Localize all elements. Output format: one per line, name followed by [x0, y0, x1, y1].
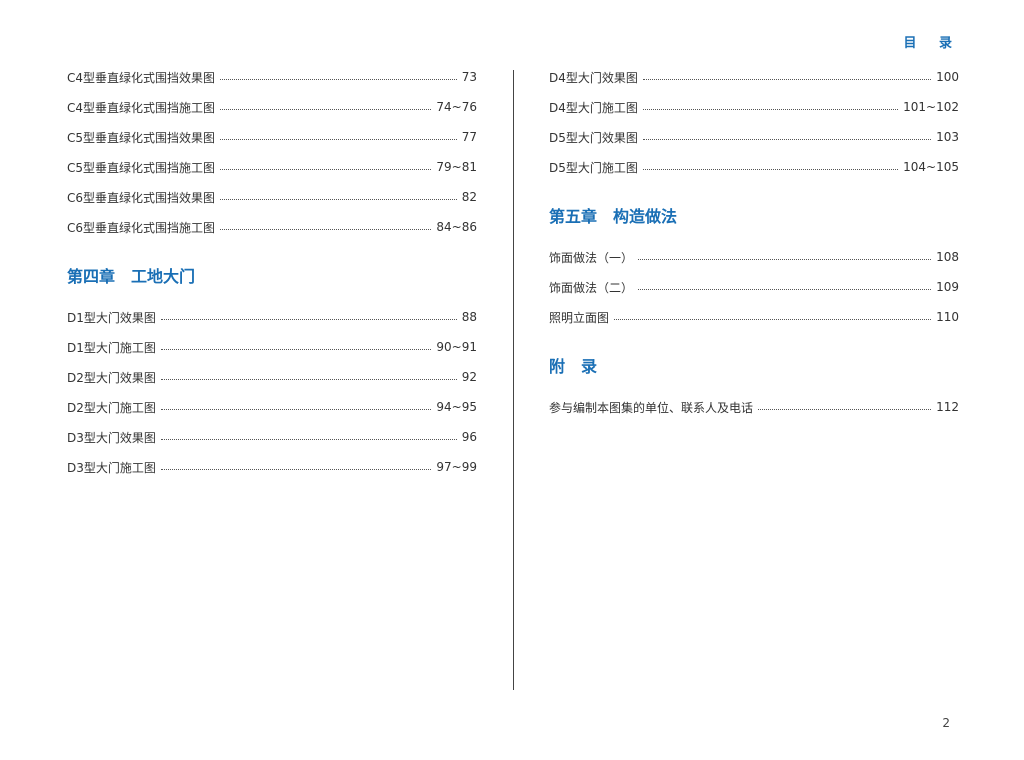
toc-group-construction: 饰面做法（一） 108 饰面做法（二） 109 照明立面图 110	[549, 242, 959, 332]
toc-entry-page: 101~102	[903, 100, 959, 114]
toc-leader-dots	[160, 438, 457, 440]
toc-entry-label: C5型垂直绿化式围挡效果图	[67, 130, 216, 145]
toc-entry-label: D2型大门施工图	[67, 400, 156, 415]
toc-entry[interactable]: D3型大门效果图 96	[67, 422, 477, 452]
toc-entry-page: 92	[461, 370, 477, 384]
toc-entry-label: D4型大门施工图	[549, 100, 638, 115]
toc-entry-page: 90~91	[436, 340, 477, 354]
toc-entry-label: D1型大门施工图	[67, 340, 156, 355]
toc-leader-dots	[220, 78, 457, 80]
toc-entry[interactable]: D4型大门效果图 100	[549, 62, 959, 92]
toc-entry-page: 109	[936, 280, 959, 294]
toc-leader-dots	[642, 168, 899, 170]
toc-entry-page: 82	[461, 190, 477, 204]
toc-entry[interactable]: C4型垂直绿化式围挡效果图 73	[67, 62, 477, 92]
toc-leader-dots	[220, 198, 457, 200]
toc-leader-dots	[758, 408, 932, 410]
toc-entry-page: 108	[936, 250, 959, 264]
toc-leader-dots	[220, 228, 432, 230]
toc-entry-page: 110	[936, 310, 959, 324]
page-number: 2	[942, 716, 950, 730]
toc-entry-page: 74~76	[436, 100, 477, 114]
toc-entry-page: 84~86	[436, 220, 477, 234]
toc-entry[interactable]: D4型大门施工图 101~102	[549, 92, 959, 122]
toc-entry[interactable]: D2型大门效果图 92	[67, 362, 477, 392]
toc-entry-label: D4型大门效果图	[549, 70, 638, 85]
toc-leader-dots	[160, 378, 457, 380]
toc-entry[interactable]: C6型垂直绿化式围挡施工图 84~86	[67, 212, 477, 242]
toc-entry-label: D3型大门效果图	[67, 430, 156, 445]
toc-entry[interactable]: D5型大门效果图 103	[549, 122, 959, 152]
toc-leader-dots	[642, 138, 932, 140]
toc-leader-dots	[638, 258, 932, 260]
toc-entry-label: D5型大门施工图	[549, 160, 638, 175]
toc-right-column: D4型大门效果图 100 D4型大门施工图 101~102 D5型大门效果图 1…	[549, 62, 959, 422]
toc-leader-dots	[160, 408, 432, 410]
toc-entry-page: 96	[461, 430, 477, 444]
toc-entry[interactable]: D3型大门施工图 97~99	[67, 452, 477, 482]
toc-entry[interactable]: C4型垂直绿化式围挡施工图 74~76	[67, 92, 477, 122]
toc-entry[interactable]: C5型垂直绿化式围挡效果图 77	[67, 122, 477, 152]
appendix-heading[interactable]: 附 录	[549, 332, 959, 392]
toc-entry-page: 104~105	[903, 160, 959, 174]
toc-entry-page: 77	[461, 130, 477, 144]
toc-entry-label: D2型大门效果图	[67, 370, 156, 385]
toc-entry[interactable]: 饰面做法（二） 109	[549, 272, 959, 302]
toc-entry-label: 参与编制本图集的单位、联系人及电话	[549, 400, 754, 415]
toc-entry[interactable]: C5型垂直绿化式围挡施工图 79~81	[67, 152, 477, 182]
toc-leader-dots	[160, 468, 432, 470]
toc-entry-page: 79~81	[436, 160, 477, 174]
toc-entry-page: 73	[461, 70, 477, 84]
toc-entry-label: 饰面做法（二）	[549, 280, 634, 295]
toc-entry[interactable]: 照明立面图 110	[549, 302, 959, 332]
toc-leader-dots	[642, 78, 932, 80]
toc-group-appendix: 参与编制本图集的单位、联系人及电话 112	[549, 392, 959, 422]
column-divider	[513, 70, 514, 690]
toc-entry-label: C4型垂直绿化式围挡效果图	[67, 70, 216, 85]
toc-entry[interactable]: C6型垂直绿化式围挡效果图 82	[67, 182, 477, 212]
toc-leader-dots	[220, 168, 432, 170]
toc-leader-dots	[638, 288, 932, 290]
toc-entry-label: C6型垂直绿化式围挡施工图	[67, 220, 216, 235]
toc-entry-label: D1型大门效果图	[67, 310, 156, 325]
toc-entry[interactable]: 饰面做法（一） 108	[549, 242, 959, 272]
toc-entry-page: 97~99	[436, 460, 477, 474]
toc-leader-dots	[160, 318, 457, 320]
toc-leader-dots	[220, 108, 432, 110]
toc-entry-page: 94~95	[436, 400, 477, 414]
page-header-title: 目 录	[903, 36, 961, 51]
toc-leader-dots	[642, 108, 899, 110]
toc-group-d-series: D1型大门效果图 88 D1型大门施工图 90~91 D2型大门效果图 92 D…	[67, 302, 477, 482]
toc-entry-label: D3型大门施工图	[67, 460, 156, 475]
toc-leader-dots	[220, 138, 457, 140]
toc-entry-label: C4型垂直绿化式围挡施工图	[67, 100, 216, 115]
toc-entry-page: 88	[461, 310, 477, 324]
toc-entry-label: D5型大门效果图	[549, 130, 638, 145]
chapter-heading-4[interactable]: 第四章 工地大门	[67, 242, 477, 302]
toc-leader-dots	[160, 348, 432, 350]
toc-entry-label: 饰面做法（一）	[549, 250, 634, 265]
toc-entry[interactable]: 参与编制本图集的单位、联系人及电话 112	[549, 392, 959, 422]
chapter-heading-5[interactable]: 第五章 构造做法	[549, 182, 959, 242]
toc-entry[interactable]: D5型大门施工图 104~105	[549, 152, 959, 182]
toc-left-column: C4型垂直绿化式围挡效果图 73 C4型垂直绿化式围挡施工图 74~76 C5型…	[67, 62, 477, 482]
toc-entry-label: C6型垂直绿化式围挡效果图	[67, 190, 216, 205]
toc-entry-page: 103	[936, 130, 959, 144]
toc-entry[interactable]: D1型大门施工图 90~91	[67, 332, 477, 362]
toc-group-c-series: C4型垂直绿化式围挡效果图 73 C4型垂直绿化式围挡施工图 74~76 C5型…	[67, 62, 477, 242]
toc-group-d4-d5: D4型大门效果图 100 D4型大门施工图 101~102 D5型大门效果图 1…	[549, 62, 959, 182]
toc-entry-label: C5型垂直绿化式围挡施工图	[67, 160, 216, 175]
toc-entry[interactable]: D2型大门施工图 94~95	[67, 392, 477, 422]
toc-entry-page: 100	[936, 70, 959, 84]
toc-leader-dots	[614, 318, 932, 320]
toc-entry-label: 照明立面图	[549, 310, 610, 325]
toc-entry[interactable]: D1型大门效果图 88	[67, 302, 477, 332]
toc-entry-page: 112	[936, 400, 959, 414]
